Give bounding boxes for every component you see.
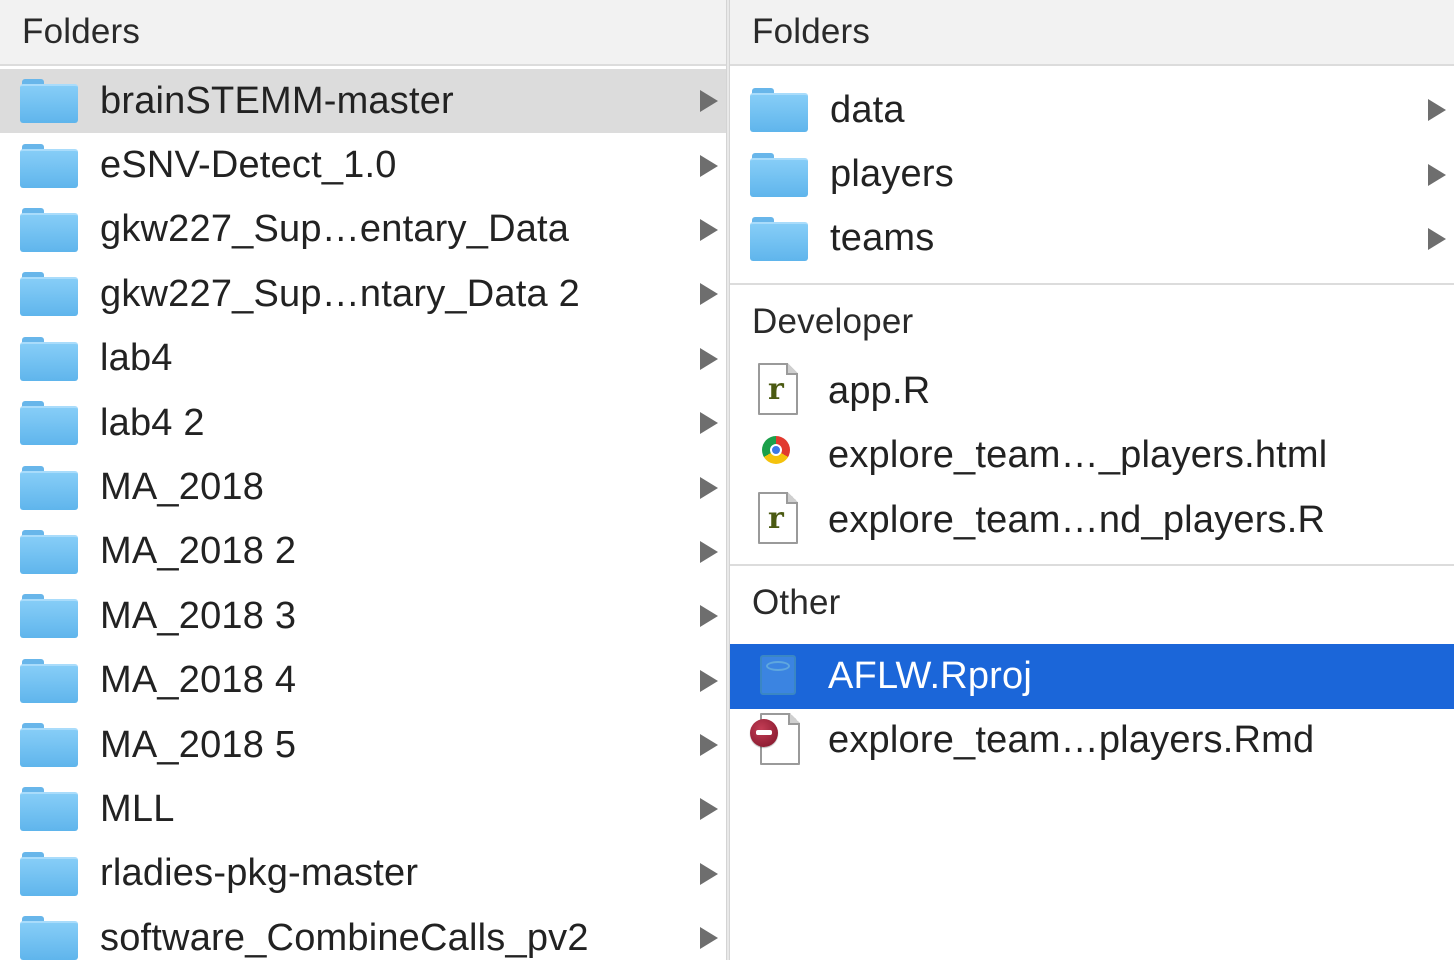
folder-label: MA_2018 2 [100,530,297,573]
chevron-right-icon [700,927,718,950]
folder-row-brainstemm-master[interactable]: brainSTEMM-master [0,69,726,134]
folder-label: gkw227_Sup…ntary_Data 2 [100,272,580,315]
right-column: Folders data players teams Developer r a… [730,0,1454,960]
chevron-right-icon [700,90,718,113]
folder-icon [20,143,78,188]
folder-label: rladies-pkg-master [100,852,419,895]
folder-icon [20,465,78,510]
folder-label: MA_2018 4 [100,659,297,702]
folder-icon [750,152,808,197]
rmd-icon [750,712,806,769]
folder-icon [20,529,78,574]
folder-icon [20,401,78,446]
folder-row-gkw227-supplementary-data-2[interactable]: gkw227_Sup…ntary_Data 2 [0,262,726,326]
folder-icon [20,336,78,381]
file-label: explore_team…players.Rmd [828,719,1315,762]
file-label: AFLW.Rproj [828,655,1033,698]
folder-label: gkw227_Sup…entary_Data [100,208,570,251]
folder-row-ma-2018-2[interactable]: MA_2018 2 [0,520,726,584]
folder-label: data [830,88,905,131]
left-column-header: Folders [0,0,726,66]
chevron-right-icon [700,605,718,628]
folder-row-mll[interactable]: MLL [0,777,726,841]
right-folder-list: data players teams [730,66,1454,271]
other-file-list: AFLW.Rproj explore_team…players.Rmd [730,640,1454,773]
chevron-right-icon [700,283,718,306]
folder-icon [20,787,78,832]
folder-row-lab4-2[interactable]: lab4 2 [0,391,726,455]
folder-label: brainSTEMM-master [100,79,454,122]
developer-file-list: r app.R explore_team…_players.html r exp… [730,359,1454,552]
left-folder-list: brainSTEMM-master eSNV-Detect_1.0 gkw227… [0,66,726,960]
folder-icon [20,851,78,896]
left-column: Folders brainSTEMM-master eSNV-Detect_1.… [0,0,726,960]
r-script-icon: r [756,492,800,548]
folder-label: MLL [100,787,175,830]
developer-section-header: Developer [752,302,914,342]
folder-row-esnv-detect[interactable]: eSNV-Detect_1.0 [0,133,726,197]
folder-row-ma-2018-4[interactable]: MA_2018 4 [0,649,726,713]
chevron-right-icon [700,862,718,885]
folder-row-rladies-pkg-master[interactable]: rladies-pkg-master [0,842,726,906]
folder-row-teams[interactable]: teams [730,207,1454,271]
file-row-explore-rmd[interactable]: explore_team…players.Rmd [730,709,1454,773]
chevron-right-icon [700,540,718,563]
chevron-right-icon [700,347,718,370]
column-browser: Folders brainSTEMM-master eSNV-Detect_1.… [0,0,1454,960]
chevron-right-icon [700,218,718,241]
folder-row-ma-2018-3[interactable]: MA_2018 3 [0,584,726,648]
r-script-icon: r [756,363,800,419]
chevron-right-icon [700,734,718,757]
folder-icon [750,216,808,261]
chevron-right-icon [1428,227,1446,250]
folder-label: software_CombineCalls_pv2 [100,916,589,959]
file-row-app-r[interactable]: r app.R [730,359,1454,423]
folder-row-software-combinecalls[interactable]: software_CombineCalls_pv2 [0,906,726,960]
folder-label: MA_2018 [100,466,265,509]
folder-row-ma-2018-5[interactable]: MA_2018 5 [0,713,726,777]
file-row-explore-html[interactable]: explore_team…_players.html [730,424,1454,488]
chevron-right-icon [700,476,718,499]
folder-row-lab4[interactable]: lab4 [0,327,726,391]
folder-label: MA_2018 5 [100,723,297,766]
chevron-right-icon [700,154,718,177]
folder-icon [750,88,808,133]
folder-row-players[interactable]: players [730,142,1454,206]
folder-label: lab4 2 [100,401,205,444]
folder-icon [20,207,78,252]
folder-icon [20,916,78,960]
folder-label: lab4 [100,337,173,380]
file-label: explore_team…_players.html [828,434,1328,477]
chevron-right-icon [700,669,718,692]
file-row-aflw-rproj[interactable]: AFLW.Rproj [730,644,1454,709]
folder-row-data[interactable]: data [730,78,1454,142]
folder-icon [20,723,78,768]
folder-label: eSNV-Detect_1.0 [100,144,397,187]
chevron-right-icon [1428,99,1446,122]
folder-row-ma-2018[interactable]: MA_2018 [0,455,726,519]
chrome-html-icon [756,428,800,484]
folder-icon [20,272,78,317]
folder-icon [20,658,78,703]
chevron-right-icon [1428,163,1446,186]
folder-icon [20,594,78,639]
right-column-folders-header: Folders [730,0,1454,66]
file-label: explore_team…nd_players.R [828,498,1326,541]
folder-label: players [830,153,954,196]
folder-icon [20,79,78,124]
folder-label: teams [830,217,935,260]
folder-row-gkw227-supplementary-data[interactable]: gkw227_Sup…entary_Data [0,198,726,262]
chevron-right-icon [700,798,718,821]
file-row-explore-r[interactable]: r explore_team…nd_players.R [730,488,1454,552]
folder-label: MA_2018 3 [100,594,297,637]
rproj-icon [756,649,800,705]
other-section-header: Other [752,583,841,623]
file-label: app.R [828,369,931,412]
chevron-right-icon [700,412,718,435]
